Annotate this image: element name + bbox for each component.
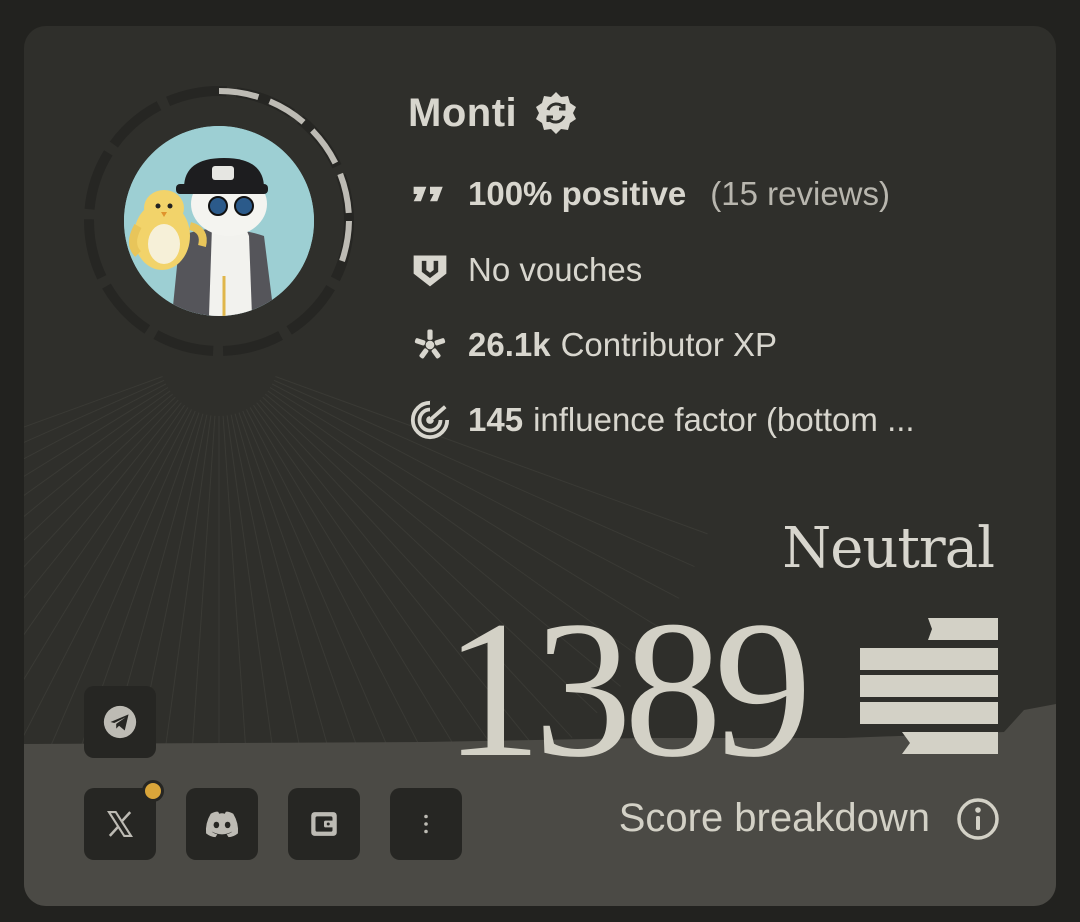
more-button[interactable]	[390, 788, 462, 860]
xp-star-icon	[408, 323, 452, 367]
notification-dot	[142, 780, 164, 802]
influence-target-icon	[408, 398, 452, 442]
wallet-button[interactable]	[288, 788, 360, 860]
reviews-icon	[408, 172, 452, 216]
stat-influence[interactable]: 145 influence factor (bottom ...	[408, 398, 915, 442]
penguin-avatar-icon	[124, 126, 314, 316]
reviews-detail: (15 reviews)	[710, 175, 890, 212]
influence-text: influence factor (bottom ...	[533, 401, 915, 438]
influence-value: 145	[468, 401, 524, 438]
info-icon[interactable]	[956, 797, 1000, 841]
stat-vouches[interactable]: No vouches	[408, 248, 642, 292]
discord-icon	[205, 811, 239, 838]
score-value: 1389	[444, 581, 812, 798]
more-icon	[424, 814, 428, 834]
stat-reviews[interactable]: 100% positive (15 reviews)	[408, 172, 890, 216]
avatar	[124, 126, 314, 316]
telegram-icon	[103, 705, 137, 739]
telegram-button[interactable]	[84, 686, 156, 758]
score-breakdown-label: Score breakdown	[618, 796, 930, 840]
score-level: Neutral	[782, 516, 995, 581]
wallet-icon	[311, 812, 337, 836]
profile-card: Monti 100% positive (15 reviews) No vouc…	[24, 26, 1056, 906]
xp-text: Contributor XP	[560, 326, 778, 363]
vouches-text: No vouches	[468, 251, 643, 288]
vouch-shield-icon	[408, 248, 452, 292]
avatar-container[interactable]	[84, 86, 354, 356]
score-level-bars-icon	[860, 618, 998, 754]
discord-button[interactable]	[186, 788, 258, 860]
name-row: Monti	[408, 90, 579, 136]
verified-badge-icon[interactable]	[533, 90, 579, 136]
x-icon	[107, 811, 133, 837]
reviews-value: 100% positive	[468, 175, 687, 212]
stat-xp[interactable]: 26.1k Contributor XP	[408, 323, 777, 367]
xp-value: 26.1k	[468, 326, 551, 363]
score-breakdown-button[interactable]: Score breakdown	[619, 796, 1000, 841]
profile-name: Monti	[408, 90, 518, 135]
